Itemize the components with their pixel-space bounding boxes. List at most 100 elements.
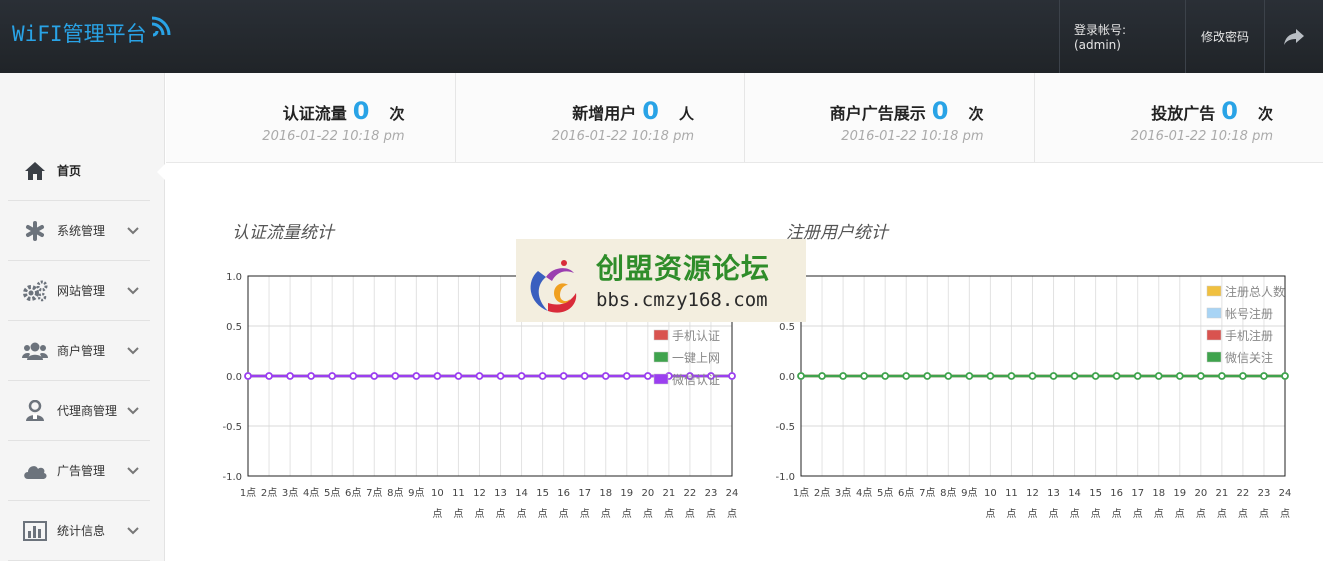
data-point [307, 372, 316, 380]
x-tick-label: 22 点 [1237, 488, 1250, 520]
data-point [559, 372, 568, 380]
bar-chart-icon [22, 520, 48, 542]
data-point [839, 372, 847, 380]
y-tick-label: 0.5 [779, 322, 795, 333]
y-tick-label: -1.0 [775, 472, 795, 483]
app-logo-text: WiFI管理平台 [12, 22, 147, 46]
cloud-icon [22, 460, 48, 482]
data-point [902, 372, 911, 380]
x-tick-label: 16 点 [1110, 488, 1123, 520]
chevron-down-icon [127, 346, 139, 354]
legend-label: 注册总人数 [1225, 284, 1285, 299]
y-tick-label: -0.5 [775, 422, 795, 433]
account-link[interactable]: 登录帐号:(admin) [1059, 0, 1185, 73]
data-point [538, 372, 547, 380]
sidebar-item-label: 统计信息 [57, 524, 106, 538]
data-point [244, 372, 252, 380]
sidebar-item-agent[interactable]: 代理商管理 [8, 381, 150, 441]
top-header: WiFI管理平台 登录帐号:(admin) 修改密码 [0, 0, 1323, 73]
stat-value: 0 [642, 97, 659, 125]
stat-title: 投放广告 [1151, 104, 1216, 123]
x-tick-label: 2点 [261, 487, 277, 499]
watermark-banner: 创盟资源论坛 bbs.cmzy168.com [516, 239, 806, 322]
legend-swatch [653, 329, 669, 341]
stat-date: 2016-01-22 10:18 pm [262, 129, 405, 144]
legend-label: 手机注册 [1225, 328, 1273, 343]
x-tick-label: 5点 [877, 487, 893, 499]
sidebar-item-website[interactable]: 网站管理 [8, 261, 150, 321]
x-tick-label: 7点 [366, 487, 382, 499]
x-tick-label: 7点 [919, 487, 935, 499]
watermark-title: 创盟资源论坛 [596, 252, 771, 285]
x-tick-label: 10 点 [431, 488, 444, 520]
x-tick-label: 12 点 [1026, 488, 1039, 520]
data-point [728, 372, 736, 380]
asterisk-icon [22, 220, 48, 242]
legend-label: 微信认证 [672, 373, 720, 387]
data-point [1217, 372, 1226, 380]
x-tick-label: 1点 [793, 487, 809, 499]
data-point [328, 372, 337, 380]
x-tick-label: 14 点 [1068, 488, 1081, 520]
y-tick-label: 1.0 [226, 272, 242, 283]
sidebar-item-home[interactable]: 首页 [8, 141, 150, 201]
header-nav: 登录帐号:(admin) 修改密码 [1059, 0, 1323, 73]
data-point [1154, 372, 1163, 380]
sidebar-item-system[interactable]: 系统管理 [8, 201, 150, 261]
watermark-logo-icon [530, 260, 577, 313]
data-point [1112, 372, 1121, 380]
stat-auth-traffic: 认证流量 0 次 2016-01-22 10:18 pm [166, 73, 456, 162]
x-tick-label: 23 点 [705, 488, 718, 520]
y-tick-label: 0.0 [779, 372, 795, 383]
x-tick-label: 1点 [240, 487, 256, 499]
x-tick-label: 21 点 [1216, 488, 1229, 520]
x-tick-label: 14 点 [515, 488, 528, 520]
x-tick-label: 18 点 [599, 488, 612, 520]
x-tick-label: 4点 [856, 487, 872, 499]
wifi-icon [151, 16, 171, 37]
data-point [1239, 372, 1247, 380]
share-arrow-icon [1284, 28, 1304, 45]
legend-swatch [653, 351, 669, 363]
x-tick-label: 11 点 [1005, 488, 1018, 520]
sidebar-item-merchant[interactable]: 商户管理 [8, 321, 150, 381]
x-tick-label: 16 点 [557, 488, 570, 520]
x-tick-label: 20 点 [641, 488, 654, 520]
data-point [433, 372, 442, 380]
app-logo[interactable]: WiFI管理平台 [12, 16, 173, 48]
legend-swatch [1206, 329, 1222, 341]
stat-new-users: 新增用户 0 人 2016-01-22 10:18 pm [456, 73, 745, 162]
x-tick-label: 18 点 [1152, 488, 1165, 520]
x-tick-label: 8点 [387, 487, 403, 499]
sidebar-item-stats[interactable]: 统计信息 [8, 501, 150, 561]
data-point [965, 372, 974, 380]
stat-title: 商户广告展示 [829, 104, 926, 123]
sidebar-item-label: 首页 [57, 164, 82, 178]
change-password-link[interactable]: 修改密码 [1185, 0, 1264, 73]
sidebar-item-label: 代理商管理 [57, 404, 118, 418]
stat-date: 2016-01-22 10:18 pm [1130, 129, 1273, 144]
sidebar-item-ads[interactable]: 广告管理 [8, 441, 150, 501]
data-point [860, 372, 869, 380]
x-tick-label: 13 点 [1047, 488, 1060, 520]
x-tick-label: 3点 [282, 487, 298, 499]
stats-bar: 认证流量 0 次 2016-01-22 10:18 pm 新增用户 0 人 20… [166, 73, 1323, 163]
watermark-url: bbs.cmzy168.com [596, 289, 768, 311]
stat-value: 0 [352, 97, 370, 125]
x-tick-label: 10 点 [984, 488, 997, 520]
x-tick-label: 15 点 [1089, 488, 1102, 520]
data-point [1028, 372, 1037, 380]
x-tick-label: 24 点 [726, 488, 739, 520]
data-point [881, 372, 890, 380]
data-point [797, 372, 805, 380]
gears-icon [22, 280, 48, 302]
legend-swatch [653, 373, 669, 385]
stat-value: 0 [931, 97, 949, 125]
chevron-down-icon [127, 406, 139, 414]
data-point [643, 372, 652, 380]
legend-swatch [1206, 307, 1222, 319]
data-point [349, 372, 358, 380]
data-point [496, 372, 505, 380]
x-tick-label: 6点 [345, 487, 361, 499]
logout-button[interactable] [1264, 0, 1323, 73]
